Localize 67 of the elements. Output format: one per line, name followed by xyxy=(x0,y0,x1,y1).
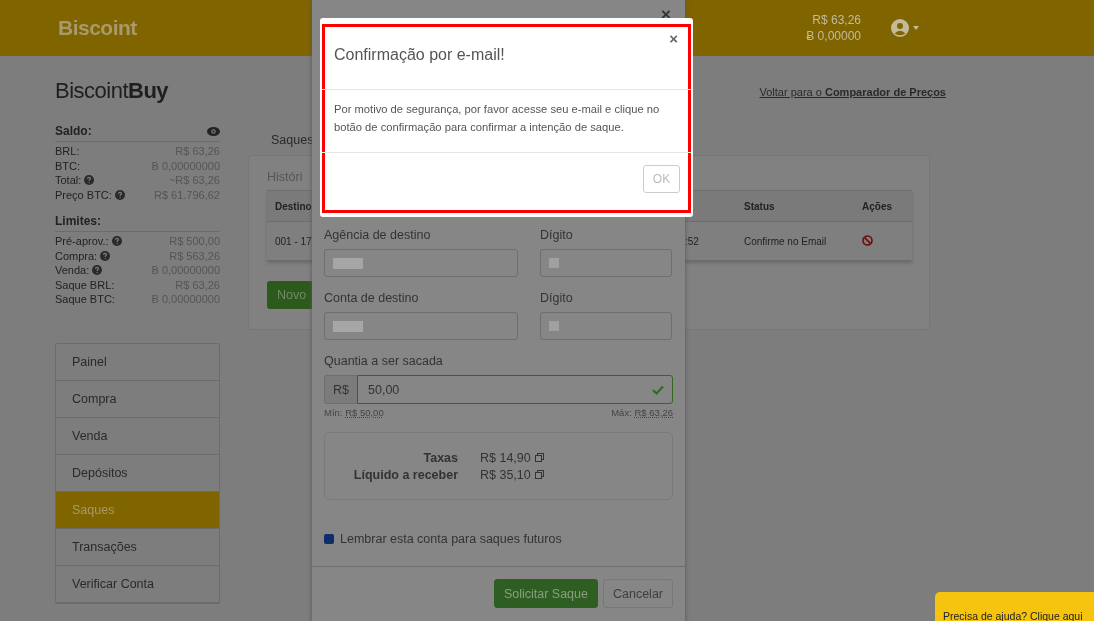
nav-item[interactable]: Venda xyxy=(56,417,219,455)
close-icon[interactable]: × xyxy=(669,31,678,46)
cancel-icon[interactable] xyxy=(862,234,873,246)
input-field[interactable] xyxy=(540,312,672,340)
stat-label: Preço BTC: xyxy=(55,187,112,202)
section-title: Saldo: xyxy=(55,124,92,138)
stat-label: Saque BRL: xyxy=(55,277,115,292)
stat-label: BRL: xyxy=(55,144,80,159)
amount-field[interactable]: 50,00 xyxy=(357,375,673,404)
field-label: Dígito xyxy=(540,228,573,242)
redacted-value xyxy=(549,258,559,268)
submit-button[interactable]: Solicitar Saque xyxy=(493,579,598,608)
eye-icon[interactable] xyxy=(207,126,220,136)
dialog-message: Por motivo de segurança, por favor acesse seu e-mail e clique no botão de confirmação para confirmar a intenção de saque. xyxy=(333,102,661,135)
redacted-value xyxy=(333,320,363,332)
help-icon[interactable] xyxy=(111,236,122,247)
nav-item[interactable]: Painel xyxy=(56,343,219,381)
balance-btc: Ƀ 0,00000 xyxy=(806,28,861,44)
caret-icon[interactable] xyxy=(913,26,919,30)
column-header: Destino xyxy=(275,200,312,212)
table-cell: 001 - 17 xyxy=(275,235,312,247)
column-header: Status xyxy=(744,200,775,212)
stat-label: BTC: xyxy=(55,158,81,173)
stat-label: Pré-aprov.: xyxy=(55,234,109,249)
summary-label: Taxas xyxy=(423,450,458,465)
back-link[interactable]: Voltar para o Comparador de Preços xyxy=(759,86,964,98)
summary-value: R$ 14,90 xyxy=(480,450,531,465)
nav-item[interactable]: Transações xyxy=(56,528,219,566)
table-cell: :52 xyxy=(685,235,699,247)
section-tab[interactable]: Saques xyxy=(271,133,314,147)
summary-label: Líquido a receber xyxy=(353,467,458,482)
help-icon[interactable] xyxy=(84,175,95,186)
stat-label: Compra: xyxy=(55,248,98,263)
min-amount: Mín: R$ 50,00 xyxy=(324,407,384,418)
stat-label: Total: xyxy=(55,173,82,188)
help-icon[interactable] xyxy=(114,189,125,200)
redacted-value xyxy=(549,321,559,331)
nav-item[interactable]: Verificar Conta xyxy=(56,565,219,603)
input-field[interactable] xyxy=(324,249,518,277)
column-header: Ações xyxy=(862,200,892,212)
dialog-title: Confirmação por e-mail! xyxy=(333,45,505,65)
nav-item[interactable]: Compra xyxy=(56,380,219,418)
max-amount: Máx: R$ 63,26 xyxy=(611,407,673,418)
help-icon[interactable] xyxy=(92,265,103,276)
summary-value: R$ 35,10 xyxy=(480,467,531,482)
section-title: Limites: xyxy=(55,214,101,228)
redacted-value xyxy=(333,257,363,269)
field-label: Conta de destino xyxy=(324,291,419,305)
checkbox[interactable] xyxy=(324,534,334,544)
stat-label: Venda: xyxy=(55,263,90,278)
help-icon[interactable] xyxy=(100,250,111,261)
stat-label: Saque BTC: xyxy=(55,292,115,307)
checkbox-label[interactable]: Lembrar esta conta para saques futuros xyxy=(340,532,562,546)
user-avatar-icon[interactable] xyxy=(891,19,909,37)
nav-item[interactable]: Saques xyxy=(56,491,219,529)
input-field[interactable] xyxy=(324,312,518,340)
nav-item[interactable]: Depósitos xyxy=(56,454,219,492)
field-label: Agência de destino xyxy=(324,228,431,242)
logo[interactable]: Biscoint xyxy=(58,16,137,40)
table-cell: Confirme no Email xyxy=(744,235,827,247)
balance-brl: R$ 63,26 xyxy=(812,12,861,28)
currency-addon: R$ xyxy=(324,375,357,404)
field-label: Quantia a ser sacada xyxy=(324,354,443,368)
field-label: Dígito xyxy=(540,291,573,305)
input-field[interactable] xyxy=(540,249,672,277)
cancel-button[interactable]: Cancelar xyxy=(602,579,673,608)
brand-title: BiscointBuy xyxy=(55,78,170,104)
